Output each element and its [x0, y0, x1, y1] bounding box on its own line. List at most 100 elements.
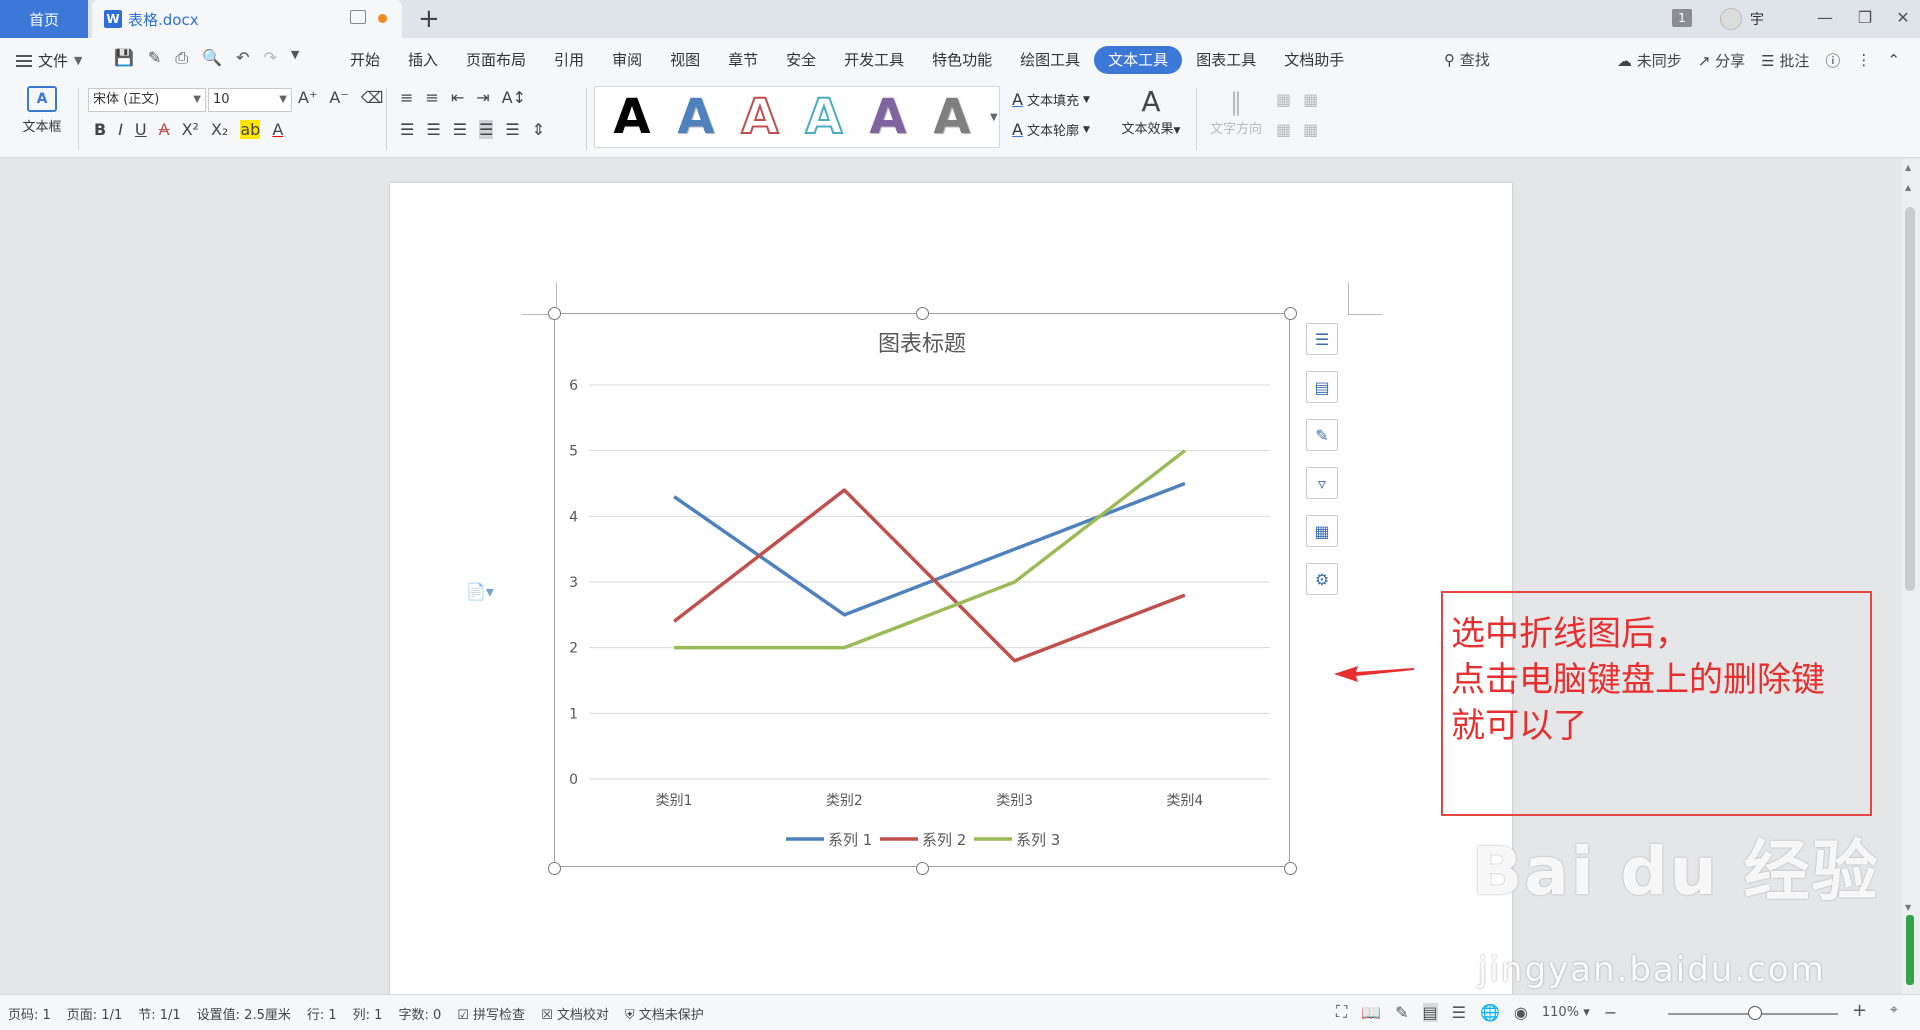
bold-icon[interactable]: B	[94, 120, 106, 139]
user-account[interactable]: 宇	[1720, 6, 1764, 32]
bullet-list-icon[interactable]: ≡	[400, 88, 413, 107]
x-tick-label[interactable]: 类别4	[1166, 793, 1203, 809]
font-color-icon[interactable]: A	[272, 120, 283, 139]
chart-style-button[interactable]: ✎	[1306, 419, 1338, 451]
resize-handle-bottom[interactable]	[916, 862, 929, 875]
file-menu[interactable]: 文件 ▼	[16, 50, 82, 71]
text-layout-icon-2[interactable]: ▦	[1303, 90, 1318, 109]
new-tab-button[interactable]: +	[418, 4, 440, 34]
row-number[interactable]: 行: 1	[307, 1004, 337, 1023]
monitor-icon[interactable]	[350, 10, 366, 24]
x-tick-label[interactable]: 类别1	[656, 793, 693, 809]
web-view-icon[interactable]: 🌐	[1480, 1003, 1500, 1022]
print-preview-icon[interactable]: 🔍	[202, 48, 222, 68]
customize-icon[interactable]: ▼	[291, 48, 299, 68]
chart-plot[interactable]: 图表标题 0 1 2 3 4 5 6 类别1 类别2 类别3 类别4 系列 1 系列 2 系列 3	[554, 313, 1290, 867]
resize-handle-top[interactable]	[916, 307, 929, 320]
numbered-list-icon[interactable]: ≡	[425, 88, 438, 107]
help-icon[interactable]: ⓘ	[1825, 50, 1840, 71]
distributed-icon[interactable]: ☰	[505, 120, 519, 139]
section-count[interactable]: 节: 1/1	[138, 1004, 180, 1023]
read-mode-icon[interactable]: 📖	[1361, 1003, 1381, 1022]
restore-icon[interactable]: ❐	[1854, 8, 1876, 28]
x-tick-label[interactable]: 类别2	[826, 793, 863, 809]
share-button[interactable]: ↗ 分享	[1698, 50, 1745, 71]
decrease-indent-icon[interactable]: ⇤	[451, 88, 464, 107]
scroll-up-icon[interactable]: ▲	[1905, 183, 1911, 192]
text-style-preset-1[interactable]: A	[673, 93, 719, 141]
more-icon[interactable]: ⋮	[1856, 51, 1871, 69]
tab-12[interactable]: 图表工具	[1182, 46, 1270, 74]
minimize-icon[interactable]: —	[1814, 8, 1836, 28]
italic-icon[interactable]: I	[118, 120, 123, 139]
superscript-icon[interactable]: X²	[182, 120, 199, 139]
chart-type-button[interactable]: ▤	[1306, 371, 1338, 403]
write-mode-icon[interactable]: ✎	[1395, 1003, 1408, 1022]
y-tick-label[interactable]: 1	[569, 706, 578, 722]
page-number[interactable]: 页码: 1	[8, 1004, 51, 1023]
text-layout-icon-3[interactable]: ▦	[1276, 120, 1291, 139]
proof-button[interactable]: ☒ 文档校对	[541, 1004, 609, 1023]
tab-2[interactable]: 页面布局	[452, 46, 540, 74]
page-count[interactable]: 页面: 1/1	[67, 1004, 122, 1023]
legend-label-1[interactable]: 系列 2	[922, 831, 966, 849]
chart-filter-button[interactable]: ▿	[1306, 467, 1338, 499]
spell-check-button[interactable]: ☑ 拼写检查	[457, 1004, 525, 1023]
grow-font-icon[interactable]: A⁺	[298, 88, 317, 107]
scroll-up-icon[interactable]: ▲	[1905, 163, 1911, 172]
text-style-preset-3[interactable]: A	[801, 92, 847, 142]
zoom-fit-icon[interactable]: ⌖	[1890, 1002, 1898, 1018]
legend-label-0[interactable]: 系列 1	[828, 831, 872, 849]
resize-handle-bottom-right[interactable]	[1284, 862, 1297, 875]
strikethrough-icon[interactable]: A	[159, 120, 170, 139]
protect-button[interactable]: ⛨ 文档未保护	[625, 1004, 704, 1023]
subscript-icon[interactable]: X₂	[211, 120, 228, 139]
zoom-in-icon[interactable]: +	[1852, 1000, 1867, 1021]
resize-handle-bottom-left[interactable]	[548, 862, 561, 875]
gallery-more-icon[interactable]: ▼	[990, 112, 998, 123]
zoom-slider-knob[interactable]	[1748, 1006, 1762, 1020]
online-chart-button[interactable]: ▦	[1306, 515, 1338, 547]
clear-format-icon[interactable]: ⌫	[361, 88, 384, 107]
line-spacing-icon[interactable]: ⇕	[532, 120, 545, 139]
tab-4[interactable]: 审阅	[598, 46, 656, 74]
tab-6[interactable]: 章节	[714, 46, 772, 74]
tab-3[interactable]: 引用	[540, 46, 598, 74]
tab-8[interactable]: 开发工具	[830, 46, 918, 74]
collapse-ribbon-icon[interactable]: ⌃	[1887, 51, 1900, 69]
underline-icon[interactable]: U	[135, 120, 147, 139]
text-layout-icon-4[interactable]: ▦	[1303, 120, 1318, 139]
tab-5[interactable]: 视图	[656, 46, 714, 74]
tab-1[interactable]: 插入	[394, 46, 452, 74]
print-icon[interactable]: ⎙	[175, 48, 188, 68]
redo-icon[interactable]: ↷	[263, 48, 276, 68]
legend-label-2[interactable]: 系列 3	[1016, 831, 1060, 849]
text-direction-button[interactable]: ‖ 文字方向	[1204, 86, 1268, 137]
tab-11[interactable]: 文本工具	[1094, 46, 1183, 74]
font-size-select[interactable]: 10 ▼	[208, 88, 292, 112]
font-name-select[interactable]: 宋体 (正文) ▼	[88, 88, 206, 112]
series-line-1[interactable]	[673, 488, 1186, 663]
text-style-preset-5[interactable]: A	[929, 93, 975, 141]
outline-view-icon[interactable]: ☰	[1452, 1003, 1466, 1022]
y-tick-label[interactable]: 0	[569, 772, 578, 788]
tab-7[interactable]: 安全	[772, 46, 830, 74]
tab-13[interactable]: 文档助手	[1270, 46, 1358, 74]
zoom-out-icon[interactable]: −	[1604, 1003, 1617, 1022]
y-tick-label[interactable]: 5	[569, 444, 578, 460]
tab-9[interactable]: 特色功能	[918, 46, 1006, 74]
save-icon[interactable]: 💾	[114, 48, 134, 68]
text-style-preset-2[interactable]: A	[737, 92, 783, 142]
align-left-icon[interactable]: ☰	[400, 120, 414, 139]
y-tick-label[interactable]: 6	[569, 378, 578, 394]
text-fill-button[interactable]: A 文本填充 ▼	[1012, 90, 1090, 109]
paste-options-icon[interactable]: 📄▾	[466, 582, 494, 601]
textbox-button[interactable]: A 文本框	[12, 86, 72, 135]
scroll-down-icon[interactable]: ▼	[1905, 903, 1911, 912]
y-tick-label[interactable]: 4	[569, 509, 578, 525]
position-setting[interactable]: 设置值: 2.5厘米	[197, 1004, 291, 1023]
text-outline-button[interactable]: A 文本轮廓 ▼	[1012, 120, 1090, 139]
tab-document[interactable]: W 表格.docx	[92, 0, 402, 38]
justify-icon[interactable]: ☰	[479, 120, 494, 139]
tab-10[interactable]: 绘图工具	[1006, 46, 1094, 74]
